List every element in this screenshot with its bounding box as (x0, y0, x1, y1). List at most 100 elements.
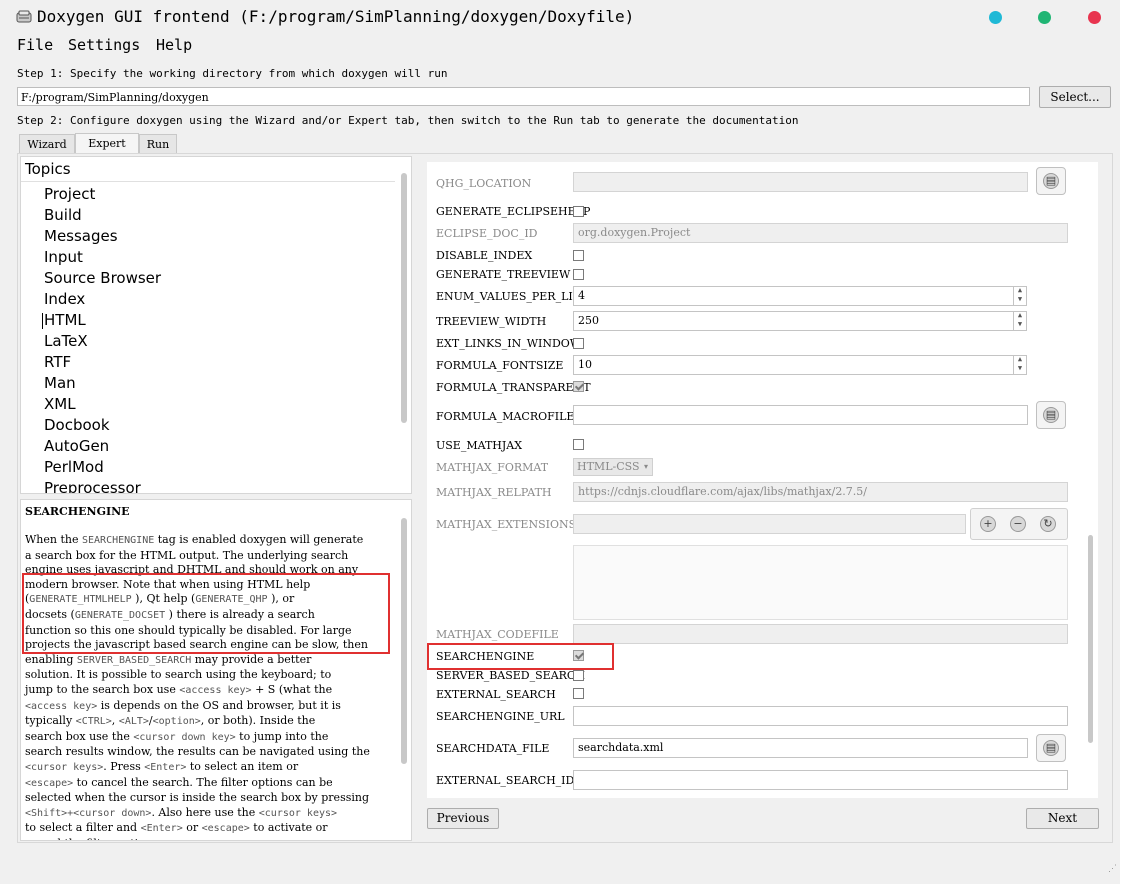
background-window-strip (1120, 0, 1130, 884)
close-button[interactable] (1088, 11, 1101, 24)
help-text-span: to jump into the (235, 729, 329, 743)
mathjax-codefile-input[interactable] (573, 624, 1068, 644)
help-line: selected when the cursor is inside the s… (25, 791, 397, 806)
topic-docbook[interactable]: Docbook (44, 416, 110, 434)
server-based-search-checkbox[interactable] (573, 670, 584, 681)
enum-values-spinner[interactable]: ▲ ▼ (1013, 286, 1026, 306)
searchengine-url-input[interactable] (573, 706, 1068, 726)
topic-build[interactable]: Build (44, 206, 82, 224)
add-extension-button[interactable]: + (974, 511, 1004, 539)
topic-xml[interactable]: XML (44, 395, 76, 413)
enum-values-per-line-input[interactable]: 4 (573, 286, 1027, 306)
help-text-span: to select an item or (186, 759, 299, 773)
help-text-span: jump to the search box use (25, 682, 180, 696)
ext-links-in-window-checkbox[interactable] (573, 338, 584, 349)
topic-perlmod[interactable]: PerlMod (44, 458, 104, 476)
formula-macrofile-input[interactable] (573, 405, 1028, 425)
tab-wizard[interactable]: Wizard (19, 134, 75, 154)
external-search-id-input[interactable] (573, 770, 1068, 790)
searchdata-file-input[interactable]: searchdata.xml (573, 738, 1028, 758)
plus-icon: + (980, 516, 996, 532)
help-text-span: + S (what the (251, 682, 333, 696)
help-line: solution. It is possible to search using… (25, 668, 397, 683)
topic-man[interactable]: Man (44, 374, 76, 392)
help-highlight-box (22, 573, 390, 654)
disable-index-checkbox[interactable] (573, 250, 584, 261)
refresh-icon: ↻ (1040, 516, 1056, 532)
mathjax-extensions-input[interactable] (573, 514, 966, 534)
treeview-width-spinner[interactable]: ▲ ▼ (1013, 311, 1026, 331)
topics-header: Topics (21, 157, 395, 182)
mathjax-format-select[interactable]: HTML-CSS ▾ (573, 458, 653, 476)
topic-rtf[interactable]: RTF (44, 353, 71, 371)
help-text-span: to activate or (249, 821, 328, 835)
remove-extension-button[interactable]: − (1004, 511, 1034, 539)
qhg-location-browse-button[interactable]: ▤ (1036, 167, 1066, 195)
menu-help[interactable]: Help (156, 36, 192, 54)
minimize-button[interactable] (989, 11, 1002, 24)
window-title: Doxygen GUI frontend (F:/program/SimPlan… (37, 7, 635, 26)
generate-eclipsehelp-checkbox[interactable] (573, 206, 584, 217)
tab-expert[interactable]: Expert (75, 133, 139, 154)
external-search-checkbox[interactable] (573, 688, 584, 699)
step1-label: Step 1: Specify the working directory fr… (17, 67, 448, 80)
formula-fontsize-spinner[interactable]: ▲ ▼ (1013, 355, 1026, 375)
mathjax-relpath-input[interactable]: https://cdnjs.cloudflare.com/ajax/libs/m… (573, 482, 1068, 502)
formula-macrofile-browse-button[interactable]: ▤ (1036, 401, 1066, 429)
help-line: cancel the filter option. (25, 837, 397, 840)
label-generate-eclipsehelp: GENERATE_ECLIPSEHELP (436, 205, 591, 218)
generate-treeview-checkbox[interactable] (573, 269, 584, 280)
label-ext-links-in-window: EXT_LINKS_IN_WINDOW (436, 337, 582, 350)
settings-scrollbar[interactable] (1088, 535, 1093, 743)
text-cursor (42, 313, 43, 329)
help-code-span: SERVER_BASED_SEARCH (76, 654, 192, 666)
mathjax-extensions-list[interactable] (573, 545, 1068, 620)
topic-messages[interactable]: Messages (44, 227, 118, 245)
topic-autogen[interactable]: AutoGen (44, 437, 109, 455)
tab-run[interactable]: Run (139, 134, 177, 154)
help-line: a search box for the HTML output. The un… (25, 549, 397, 564)
topic-preprocessor[interactable]: Preprocessor (44, 479, 141, 493)
label-generate-treeview: GENERATE_TREEVIEW (436, 268, 571, 281)
maximize-button[interactable] (1038, 11, 1051, 24)
formula-transparent-checkbox[interactable] (573, 381, 584, 392)
label-formula-fontsize: FORMULA_FONTSIZE (436, 359, 564, 372)
help-line: search box use the <cursor down key> to … (25, 730, 397, 746)
previous-button[interactable]: Previous (427, 808, 499, 829)
file-icon: ▤ (1043, 407, 1059, 423)
working-directory-input[interactable]: F:/program/SimPlanning/doxygen (17, 87, 1030, 106)
help-scrollbar[interactable] (401, 518, 407, 764)
help-line: jump to the search box use <access key> … (25, 683, 397, 699)
topic-source-browser[interactable]: Source Browser (44, 269, 161, 287)
help-text-span: to cancel the search. The filter options… (73, 775, 333, 789)
topic-latex[interactable]: LaTeX (44, 332, 88, 350)
topic-index[interactable]: Index (44, 290, 85, 308)
help-text-span: . Press (103, 759, 145, 773)
topic-project[interactable]: Project (44, 185, 95, 203)
topic-input[interactable]: Input (44, 248, 83, 266)
qhg-location-input[interactable] (573, 172, 1028, 192)
select-directory-button[interactable]: Select... (1039, 86, 1111, 108)
topic-html[interactable]: HTML (44, 311, 86, 329)
help-code-span: <Shift>+<cursor down> (25, 807, 152, 819)
eclipse-doc-id-input[interactable]: org.doxygen.Project (573, 223, 1068, 243)
help-code-span: <escape> (25, 777, 74, 789)
label-searchengine-url: SEARCHENGINE_URL (436, 710, 565, 723)
label-qhg-location: QHG_LOCATION (436, 177, 532, 190)
help-line: <cursor keys>. Press <Enter> to select a… (25, 760, 397, 776)
use-mathjax-checkbox[interactable] (573, 439, 584, 450)
treeview-width-input[interactable]: 250 (573, 311, 1027, 331)
next-button[interactable]: Next (1026, 808, 1099, 829)
help-text-span: search box use the (25, 729, 134, 743)
refresh-extension-button[interactable]: ↻ (1034, 511, 1064, 539)
help-code-span: <Enter> (144, 761, 187, 773)
resize-grip-icon[interactable]: ⋰ (1108, 864, 1117, 874)
label-external-search: EXTERNAL_SEARCH (436, 688, 556, 701)
formula-fontsize-input[interactable]: 10 (573, 355, 1027, 375)
help-code-span: <cursor keys> (25, 761, 104, 773)
menu-settings[interactable]: Settings (68, 36, 140, 54)
topics-scrollbar[interactable] (401, 173, 407, 423)
searchdata-file-browse-button[interactable]: ▤ (1036, 734, 1066, 762)
label-enum-values-per-line: ENUM_VALUES_PER_LINE (436, 290, 591, 303)
menu-file[interactable]: File (17, 36, 53, 54)
